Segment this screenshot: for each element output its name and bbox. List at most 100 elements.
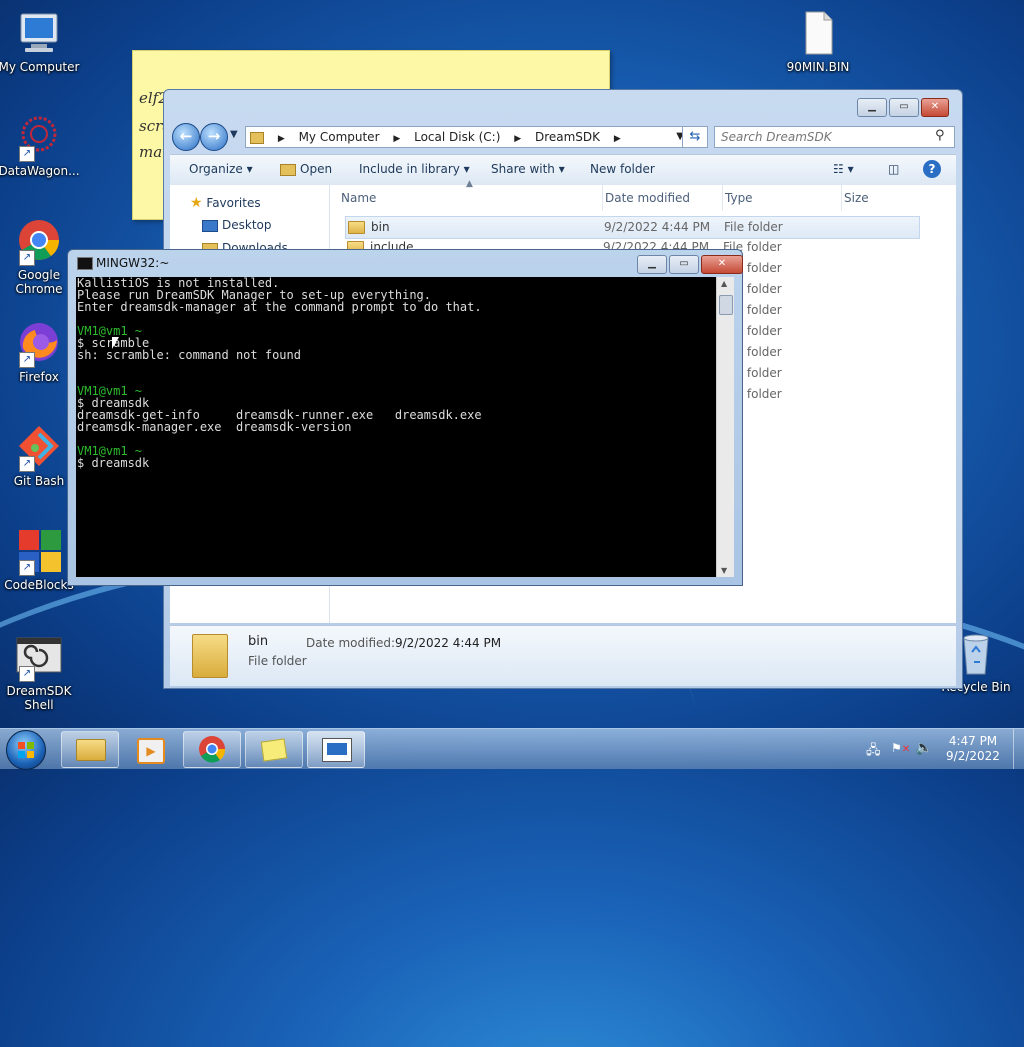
close-button[interactable]: ✕	[921, 98, 949, 117]
refresh-button[interactable]: ⇆	[682, 126, 708, 148]
shortcut-arrow-icon: ↗	[19, 456, 35, 472]
shortcut-arrow-icon: ↗	[19, 146, 35, 162]
nav-desktop[interactable]: Desktop	[202, 218, 272, 232]
desktop-icon-label: DreamSDK Shell	[6, 684, 72, 712]
clock-time: 4:47 PM	[948, 734, 998, 748]
column-header-type[interactable]: Type	[722, 185, 753, 211]
taskbar-mingw-button[interactable]	[307, 731, 365, 768]
sticky-notes-icon	[260, 738, 288, 762]
start-button[interactable]	[6, 730, 46, 770]
folder-icon	[250, 131, 264, 144]
breadcrumb-local-disk[interactable]: Local Disk (C:)	[414, 130, 500, 144]
window-controls: ▁ ▭ ✕	[857, 98, 949, 117]
explorer-icon	[76, 739, 106, 761]
recent-pages-dropdown[interactable]: ▼	[230, 129, 238, 140]
file-icon	[794, 10, 842, 58]
close-button[interactable]: ✕	[701, 255, 743, 274]
folder-icon	[348, 221, 365, 234]
breadcrumb-separator-icon: ▶	[277, 134, 285, 144]
share-with-button[interactable]: Share with ▾	[491, 162, 565, 176]
system-clock[interactable]: 4:47 PM 9/2/2022	[940, 734, 1006, 764]
desktop-icon-datawagon[interactable]: ↗ DataWagon...	[0, 114, 81, 178]
open-label: Open	[300, 162, 333, 176]
details-name: bin	[248, 634, 269, 649]
desktop-icon-label: 90MIN.BIN	[786, 60, 850, 74]
firefox-icon: ↗	[15, 320, 63, 368]
mouse-cursor-icon	[112, 337, 119, 349]
desktop-icon	[202, 219, 218, 232]
taskbar: ▶ 🖧 ⚑✕ 🔈 4:47 PM 9/2/2022	[0, 728, 1024, 770]
chrome-icon	[199, 736, 226, 763]
details-pane: bin Date modified: 9/2/2022 4:44 PM File…	[170, 625, 956, 686]
chrome-icon: ↗	[15, 218, 63, 266]
terminal-output[interactable]: KallistiOS is not installed. Please run …	[76, 277, 716, 577]
media-player-icon: ▶	[137, 738, 165, 764]
preview-pane-icon[interactable]: ◫	[888, 162, 899, 176]
desktop-icon-dreamsdk-shell[interactable]: ↗ DreamSDK Shell	[0, 634, 81, 712]
breadcrumb-my-computer[interactable]: My Computer	[299, 130, 380, 144]
scrollbar-thumb[interactable]	[719, 295, 733, 315]
breadcrumb-dreamsdk[interactable]: DreamSDK	[535, 130, 600, 144]
breadcrumb-separator-icon: ▶	[514, 134, 522, 144]
terminal-line: dreamsdk-manager.exe dreamsdk-version	[77, 420, 352, 434]
windows-logo-icon	[18, 742, 34, 758]
show-desktop-button[interactable]	[1013, 729, 1024, 769]
maximize-button[interactable]: ▭	[889, 98, 919, 117]
new-folder-button[interactable]: New folder	[590, 162, 655, 176]
address-bar[interactable]: ▶ My Computer ▶ Local Disk (C:) ▶ DreamS…	[245, 126, 699, 148]
file-name: bin	[371, 220, 390, 234]
file-date: 9/2/2022 4:44 PM	[604, 220, 711, 234]
nav-favorites[interactable]: ★ Favorites	[190, 195, 261, 211]
minimize-button[interactable]: ▁	[857, 98, 887, 117]
scroll-down-icon[interactable]: ▼	[721, 566, 727, 575]
datawagon-icon: ↗	[15, 114, 63, 162]
terminal-line: $ dreamsdk	[77, 456, 150, 470]
column-header-size[interactable]: Size	[841, 185, 869, 211]
desktop-icon-my-computer[interactable]: My Computer	[0, 10, 81, 74]
codeblocks-icon: ↗	[15, 528, 63, 576]
open-folder-icon	[280, 163, 296, 176]
back-button[interactable]: ←	[172, 123, 200, 151]
shortcut-arrow-icon: ↗	[19, 352, 35, 368]
include-label: Include in library	[359, 162, 460, 176]
window-controls: ▁ ▭ ✕	[637, 255, 743, 274]
search-input[interactable]: Search DreamSDK	[714, 126, 955, 148]
terminal-app-icon	[77, 257, 93, 270]
column-header-name[interactable]: Name	[341, 185, 376, 211]
taskbar-sticky-notes-button[interactable]	[245, 731, 303, 768]
help-icon[interactable]: ?	[923, 160, 941, 178]
taskbar-explorer-button[interactable]	[61, 731, 119, 768]
clock-date: 9/2/2022	[946, 749, 1000, 763]
share-label: Share with	[491, 162, 555, 176]
git-bash-icon: ↗	[15, 424, 63, 472]
details-date: 9/2/2022 4:44 PM	[395, 636, 502, 650]
shortcut-arrow-icon: ↗	[19, 250, 35, 266]
include-in-library-button[interactable]: Include in library ▾	[359, 162, 470, 176]
file-row-bin[interactable]: bin 9/2/2022 4:44 PM File folder	[345, 216, 920, 239]
minimize-button[interactable]: ▁	[637, 255, 667, 274]
column-header-date[interactable]: Date modified	[602, 185, 690, 211]
terminal-scrollbar[interactable]: ▲ ▼	[716, 277, 734, 577]
open-button[interactable]: Open	[280, 162, 332, 176]
sort-arrow-icon: ▲	[466, 179, 473, 189]
taskbar-chrome-button[interactable]	[183, 731, 241, 768]
maximize-button[interactable]: ▭	[669, 255, 699, 274]
favorites-label: Favorites	[206, 196, 261, 210]
breadcrumb-separator-icon: ▶	[393, 134, 401, 144]
details-type: File folder	[248, 654, 307, 668]
view-options-icon[interactable]: ☷ ▾	[833, 162, 854, 176]
network-icon[interactable]: 🖧	[866, 741, 881, 763]
taskbar-media-player-button[interactable]: ▶	[122, 731, 180, 768]
volume-icon[interactable]: 🔈	[915, 740, 932, 756]
scroll-up-icon[interactable]: ▲	[721, 279, 727, 288]
navigation-bar: ← → ▼ ▶ My Computer ▶ Local Disk (C:) ▶ …	[170, 123, 956, 151]
terminal-line: sh: scramble: command not found	[77, 348, 301, 362]
terminal-window[interactable]: MINGW32:~ ▁ ▭ ✕ KallistiOS is not instal…	[67, 249, 743, 586]
action-center-icon[interactable]: ⚑✕	[891, 741, 910, 755]
forward-button[interactable]: →	[200, 123, 228, 151]
computer-icon	[15, 10, 63, 58]
desktop-icon-90min-bin[interactable]: 90MIN.BIN	[776, 10, 860, 74]
command-bar: Organize ▾ Open Include in library ▾ Sha…	[170, 154, 956, 186]
sticky-note-line: ma	[139, 143, 163, 161]
organize-button[interactable]: Organize ▾	[189, 162, 253, 176]
